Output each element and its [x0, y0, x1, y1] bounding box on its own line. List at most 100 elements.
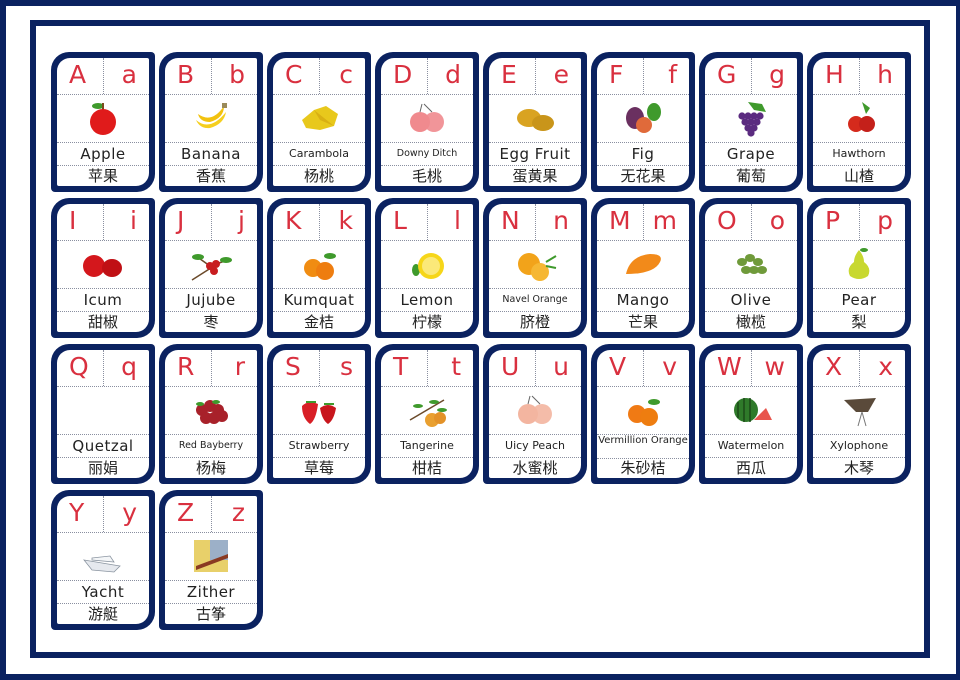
english-word: Xylophone: [813, 435, 905, 458]
chinese-word: 杨桃: [303, 167, 334, 185]
grape-shape: [747, 129, 755, 137]
picture-row: [165, 94, 257, 143]
english-word: Pear: [813, 289, 905, 312]
letter-divider: [859, 204, 860, 240]
olive-shape: [757, 266, 767, 274]
hawthorn-icon: [848, 102, 875, 132]
picture-row: [489, 386, 581, 435]
letter-row: W w: [705, 350, 797, 387]
picture-row: [813, 94, 905, 143]
picture-row: [705, 94, 797, 143]
lowercase-letter: q: [121, 352, 137, 381]
picture-row: [273, 240, 365, 289]
english-word: Strawberry: [273, 435, 365, 458]
grape-shape: [748, 102, 766, 112]
alphabet-card-l: L l Lemon 柠檬: [375, 198, 479, 338]
alphabet-card-g: G g Grape 葡萄: [699, 52, 803, 192]
letter-divider: [751, 350, 752, 386]
none: [80, 390, 126, 430]
alphabet-card-r: R r Red Bayberry 杨梅: [159, 344, 263, 484]
chinese-word: 无花果: [620, 167, 666, 185]
lowercase-letter: p: [877, 206, 893, 235]
uppercase-letter: K: [285, 206, 302, 235]
alphabet-card-z: Z z Zither 古筝: [159, 490, 263, 630]
picture-row: [597, 94, 689, 143]
lowercase-letter: o: [769, 206, 785, 235]
english-word: Zither: [165, 581, 257, 604]
letter-divider: [211, 350, 212, 386]
alphabet-card-k: K k Kumquat 金桔: [267, 198, 371, 338]
english-word: Egg Fruit: [489, 143, 581, 166]
alphabet-card-q: Q q Quetzal 丽娟: [51, 344, 155, 484]
uppercase-letter: T: [393, 352, 409, 381]
uppercase-letter: U: [501, 352, 520, 381]
alphabet-card-h: H h Hawthorn 山楂: [807, 52, 911, 192]
picture-row: [165, 532, 257, 581]
banana-shape: [222, 103, 227, 108]
lowercase-letter: s: [339, 352, 353, 381]
letter-divider: [535, 350, 536, 386]
letter-row: G g: [705, 58, 797, 95]
card-body: G g Grape 葡萄: [705, 58, 797, 186]
english-word: Hawthorn: [813, 143, 905, 166]
card-body: V v Vermillion Orange 朱砂桔: [597, 350, 689, 478]
letter-divider: [427, 58, 428, 94]
uppercase-letter: W: [717, 352, 742, 381]
lowercase-letter: i: [130, 206, 137, 235]
card-body: H h Hawthorn 山楂: [813, 58, 905, 186]
lowercase-letter: f: [668, 60, 677, 89]
english-word: Kumquat: [273, 289, 365, 312]
picture-row: [273, 386, 365, 435]
yacht-icon: [83, 555, 121, 573]
lowercase-letter: r: [234, 352, 245, 381]
chinese-word: 水蜜桃: [512, 459, 558, 477]
letter-row: D d: [381, 58, 473, 95]
picture-row: [57, 532, 149, 581]
jujube-icon: [191, 254, 232, 281]
olive-shape: [753, 258, 763, 266]
letter-row: N n: [489, 204, 581, 241]
letter-row: K k: [273, 204, 365, 241]
card-body: Q q Quetzal 丽娟: [57, 350, 149, 478]
card-body: W w Watermelon 西瓜: [705, 350, 797, 478]
lowercase-letter: g: [769, 60, 785, 89]
chinese-word: 金桔: [303, 313, 334, 331]
picture-row: [597, 386, 689, 435]
alphabet-card-n: N n Navel Orange 脐橙: [483, 198, 587, 338]
letter-divider: [643, 58, 644, 94]
english-word: Mango: [597, 289, 689, 312]
picture-row: [489, 94, 581, 143]
alphabet-card-y: Y y Yacht 游艇: [51, 490, 155, 630]
chinese-word: 甜椒: [87, 313, 118, 331]
picture-row: [489, 240, 581, 289]
orange-icon: [518, 253, 557, 281]
uppercase-letter: F: [609, 60, 624, 89]
chinese-word: 柑桔: [411, 459, 442, 477]
letter-divider: [103, 204, 104, 240]
chinese-word: 橄榄: [735, 313, 766, 331]
chinese-word: 脐橙: [519, 313, 550, 331]
letter-divider: [427, 204, 428, 240]
letter-row: U u: [489, 350, 581, 387]
letter-row: I i: [57, 204, 149, 241]
letter-divider: [319, 350, 320, 386]
letter-row: J j: [165, 204, 257, 241]
watermelon-icon: [734, 398, 772, 422]
mango-icon: [626, 254, 661, 274]
card-body: J j Jujube 枣: [165, 204, 257, 332]
letter-row: H h: [813, 58, 905, 95]
lowercase-letter: t: [451, 352, 461, 381]
picture-row: [165, 240, 257, 289]
card-body: X x Xylophone 木琴: [813, 350, 905, 478]
picture-row: [381, 386, 473, 435]
uppercase-letter: V: [609, 352, 627, 381]
picture-row: [381, 240, 473, 289]
uppercase-letter: B: [177, 60, 195, 89]
card-body: C c Carambola 杨桃: [273, 58, 365, 186]
letter-divider: [211, 204, 212, 240]
letter-row: C c: [273, 58, 365, 95]
lowercase-letter: m: [652, 206, 677, 235]
picture-row: [705, 386, 797, 435]
english-word: Tangerine: [381, 435, 473, 458]
lowercase-letter: j: [238, 206, 245, 235]
